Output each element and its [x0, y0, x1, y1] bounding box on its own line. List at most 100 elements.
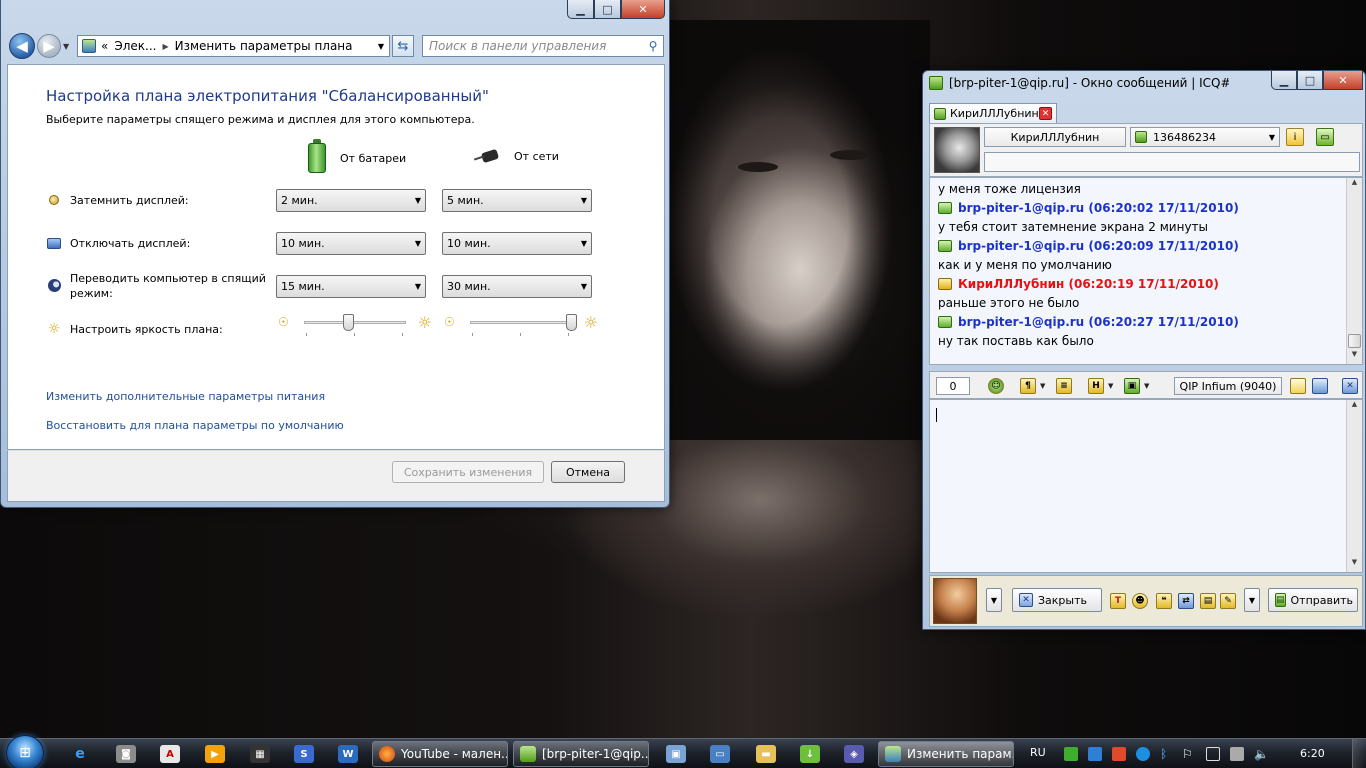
- dim-display-icon: [49, 195, 59, 205]
- message-input[interactable]: ▲ ▼: [929, 399, 1363, 573]
- close-chat-button[interactable]: ✕ Закрыть: [1012, 588, 1102, 612]
- format-button[interactable]: ¶: [1020, 377, 1036, 395]
- internet-explorer-icon[interactable]: e: [70, 745, 90, 763]
- templates-button[interactable]: ≡: [1056, 377, 1072, 395]
- input-scrollbar[interactable]: ▲ ▼: [1346, 400, 1362, 572]
- recent-pages-dropdown-icon[interactable]: ▼: [63, 42, 69, 51]
- transfer-button[interactable]: ⇄: [1178, 592, 1194, 610]
- folder-icon[interactable]: ▭: [1316, 128, 1334, 146]
- volume-icon[interactable]: 🔈: [1254, 747, 1269, 761]
- pdf-reader-icon[interactable]: A: [160, 745, 180, 763]
- skype-icon[interactable]: S: [294, 745, 314, 763]
- devices-icon[interactable]: [1206, 747, 1220, 761]
- qip-tray-icon[interactable]: [1064, 747, 1078, 761]
- minimize-button[interactable]: ▁: [1271, 71, 1297, 90]
- slider-thumb[interactable]: [566, 314, 577, 331]
- close-button[interactable]: ✕: [1323, 71, 1363, 90]
- save-changes-button[interactable]: Сохранить изменения: [392, 461, 544, 483]
- antivirus-tray-icon[interactable]: [1112, 747, 1126, 761]
- save-button[interactable]: ▣: [1124, 377, 1140, 395]
- history-dropdown[interactable]: ▼: [1108, 377, 1113, 395]
- breadcrumb-overflow[interactable]: «: [101, 39, 108, 53]
- scroll-up-icon[interactable]: ▲: [1347, 178, 1362, 192]
- text-style-button[interactable]: T: [1110, 592, 1126, 610]
- tab-close-icon[interactable]: ✕: [1039, 107, 1052, 120]
- history-button[interactable]: H: [1088, 377, 1104, 395]
- skype-tray-icon[interactable]: [1088, 747, 1102, 761]
- scroll-down-icon[interactable]: ▼: [1347, 558, 1362, 572]
- address-dropdown-icon[interactable]: ▼: [373, 42, 389, 51]
- update-tray-icon[interactable]: [1136, 747, 1150, 761]
- task-youtube[interactable]: YouTube - мален...: [372, 741, 508, 767]
- scroll-thumb[interactable]: [1348, 334, 1361, 348]
- computer-icon[interactable]: ▭: [710, 745, 730, 763]
- brightness-plugged-slider[interactable]: ☉ ☼: [444, 313, 598, 336]
- format-dropdown[interactable]: ▼: [1040, 377, 1045, 395]
- breadcrumb-item-power[interactable]: Элек...: [114, 39, 156, 53]
- camera-icon[interactable]: ◙: [116, 745, 136, 763]
- maximize-button[interactable]: □: [1297, 71, 1323, 90]
- forward-button[interactable]: ▶: [37, 34, 61, 58]
- dim-display-battery-select[interactable]: 2 мин. ▼: [276, 189, 426, 212]
- quote-button[interactable]: ❝: [1156, 592, 1172, 610]
- sleep-battery-select[interactable]: 15 мин. ▼: [276, 275, 426, 298]
- window-mode-button[interactable]: [1312, 377, 1328, 395]
- folder-icon[interactable]: ▬: [756, 745, 776, 763]
- address-bar[interactable]: « Элек... ▶ Изменить параметры плана ▼: [77, 35, 390, 57]
- breadcrumb-item-current[interactable]: Изменить параметры плана: [175, 39, 353, 53]
- search-icon[interactable]: ⚲: [643, 39, 663, 53]
- send-button[interactable]: ▤ Отправить: [1268, 588, 1358, 612]
- contacts-button[interactable]: ☻: [1132, 592, 1148, 610]
- send-options-dropdown[interactable]: ▼: [1244, 588, 1260, 612]
- action-center-flag-icon[interactable]: ⚐: [1182, 747, 1196, 761]
- contact-info-icon[interactable]: i: [1286, 128, 1304, 146]
- bluetooth-icon[interactable]: ᛒ: [1160, 747, 1174, 761]
- word-processor-icon[interactable]: W: [338, 745, 358, 763]
- close-button[interactable]: ✕: [621, 0, 665, 19]
- save-dropdown[interactable]: ▼: [1144, 377, 1149, 395]
- setting-label: Затемнить дисплей:: [70, 193, 189, 207]
- wallpaper-eye-left: [738, 162, 778, 172]
- refresh-button[interactable]: ⇆: [392, 35, 414, 57]
- menu-dropdown-button[interactable]: ▼: [986, 588, 1002, 612]
- smiley-button[interactable]: ☺: [988, 377, 1004, 395]
- pencil-toggle[interactable]: ✎: [1220, 592, 1236, 610]
- sleep-plugged-select[interactable]: 30 мин. ▼: [442, 275, 592, 298]
- network-tray-icon[interactable]: [1230, 747, 1244, 761]
- advanced-power-settings-link[interactable]: Изменить дополнительные параметры питани…: [46, 390, 325, 403]
- dropdown-arrow-icon: ▼: [414, 196, 422, 205]
- breadcrumb-arrow-icon[interactable]: ▶: [162, 42, 168, 51]
- note-button[interactable]: [1290, 377, 1306, 395]
- contact-uin-select[interactable]: 136486234 ▼: [1130, 127, 1280, 147]
- chat-log[interactable]: ну так поставь как было brp-piter-1@qip.r…: [929, 177, 1363, 365]
- slider-thumb[interactable]: [342, 314, 354, 331]
- chat-tab[interactable]: КириЛЛЛубнин ✕: [929, 103, 1057, 123]
- start-button[interactable]: ⊞: [6, 735, 44, 768]
- clock[interactable]: 6:20: [1300, 747, 1325, 760]
- cancel-button[interactable]: Отмена: [551, 461, 625, 483]
- task-control-panel[interactable]: Изменить парам...: [878, 741, 1014, 767]
- restore-defaults-link[interactable]: Восстановить для плана параметры по умол…: [46, 419, 344, 432]
- task-qip[interactable]: [brp-piter-1@qip....: [513, 741, 649, 767]
- brightness-battery-slider[interactable]: ☉ ☼: [278, 313, 432, 336]
- turn-off-display-plugged-select[interactable]: 10 мин. ▼: [442, 232, 592, 255]
- back-button[interactable]: ◀: [9, 33, 35, 59]
- network-icon[interactable]: ▣: [666, 745, 686, 763]
- media-player-icon[interactable]: ▶: [205, 745, 225, 763]
- installer-icon[interactable]: ↓: [800, 745, 820, 763]
- show-desktop-button[interactable]: [1352, 739, 1366, 768]
- video-editor-icon[interactable]: ▦: [250, 745, 270, 763]
- turn-off-display-battery-select[interactable]: 10 мин. ▼: [276, 232, 426, 255]
- sound-toggle[interactable]: ▤: [1200, 592, 1216, 610]
- dim-display-plugged-select[interactable]: 5 мин. ▼: [442, 189, 592, 212]
- language-indicator[interactable]: RU: [1030, 746, 1046, 759]
- chat-scrollbar[interactable]: ▲ ▼: [1346, 178, 1362, 364]
- scroll-down-icon[interactable]: ▼: [1347, 350, 1362, 364]
- minimize-button[interactable]: ▁: [567, 0, 594, 19]
- close-tab-button[interactable]: ✕: [1342, 377, 1358, 395]
- search-input[interactable]: Поиск в панели управления ⚲: [422, 35, 664, 57]
- maximize-button[interactable]: □: [594, 0, 621, 19]
- image-viewer-icon[interactable]: ◈: [844, 745, 864, 763]
- scroll-up-icon[interactable]: ▲: [1347, 400, 1362, 414]
- close-chat-label: Закрыть: [1038, 593, 1087, 607]
